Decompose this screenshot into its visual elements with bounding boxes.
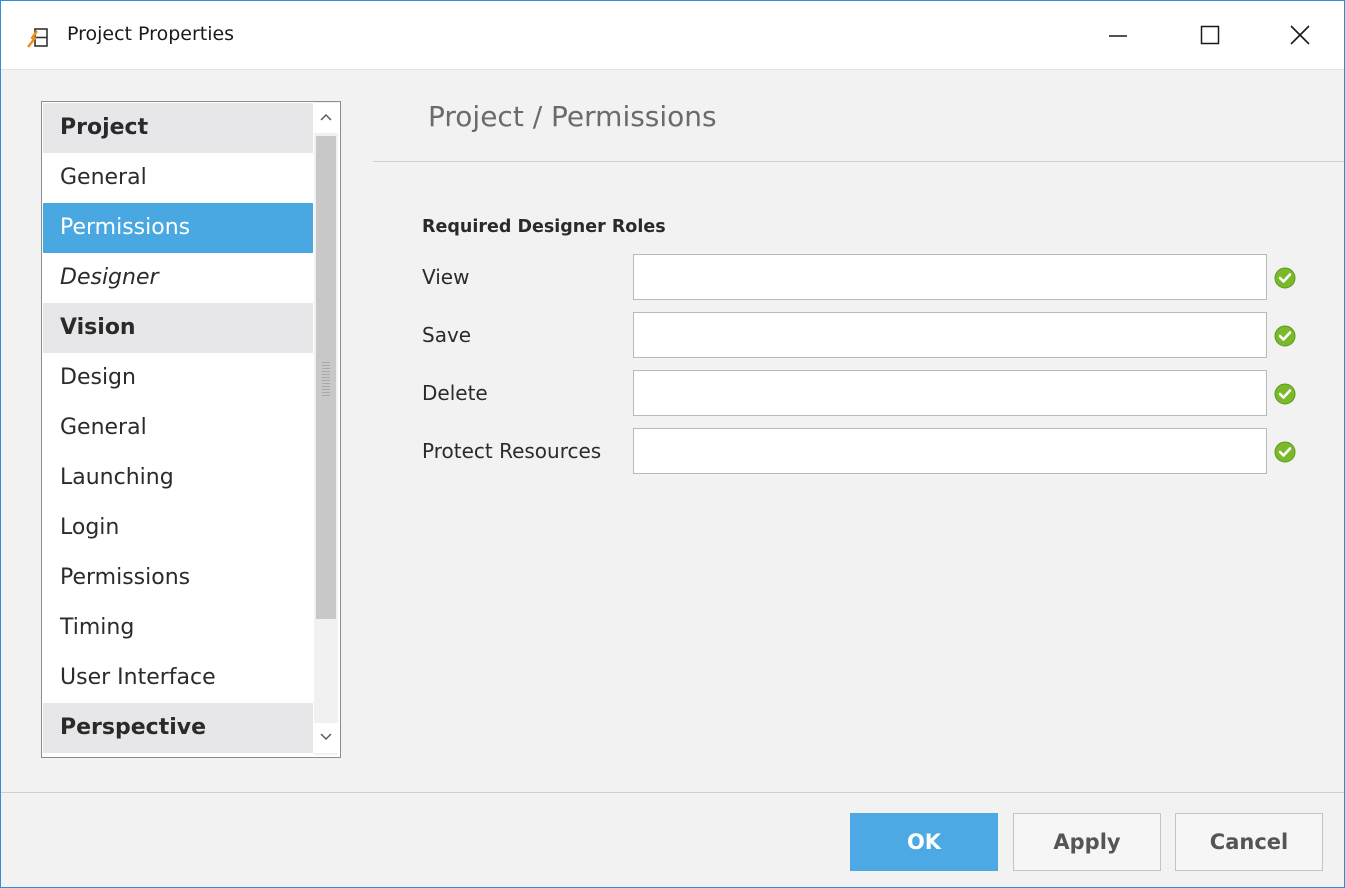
close-icon (1290, 25, 1310, 45)
scroll-up-button[interactable] (314, 103, 338, 133)
nav-item-project-permissions[interactable]: Permissions (43, 203, 313, 253)
nav-header-vision: Vision (43, 303, 313, 353)
window-title: Project Properties (67, 23, 235, 45)
project-properties-window: Project Properties Project General Permi… (0, 0, 1345, 888)
minimize-icon (1109, 35, 1127, 37)
close-button[interactable] (1254, 1, 1344, 69)
cancel-button[interactable]: Cancel (1175, 813, 1323, 871)
maximize-icon (1200, 25, 1220, 45)
valid-check-icon (1274, 267, 1296, 289)
chevron-down-icon (320, 733, 332, 740)
page-title: Project / Permissions (428, 100, 717, 133)
app-icon (27, 28, 48, 48)
valid-check-icon (1274, 325, 1296, 347)
valid-check-icon (1274, 441, 1296, 463)
nav-item-vision-launching[interactable]: Launching (43, 453, 313, 503)
nav-item-vision-general[interactable]: General (43, 403, 313, 453)
nav-item-vision-design[interactable]: Design (43, 353, 313, 403)
scroll-down-button[interactable] (314, 723, 338, 753)
protect-resources-label: Protect Resources (422, 439, 602, 463)
apply-button[interactable]: Apply (1013, 813, 1161, 871)
nav-item-vision-timing[interactable]: Timing (43, 603, 313, 653)
ok-button[interactable]: OK (850, 813, 998, 871)
nav-item-project-general[interactable]: General (43, 153, 313, 203)
content-pane: Project / Permissions Required Designer … (373, 70, 1344, 792)
save-roles-input[interactable] (633, 312, 1267, 358)
nav-item-vision-login[interactable]: Login (43, 503, 313, 553)
protect-resources-roles-input[interactable] (633, 428, 1267, 474)
title-bar[interactable]: Project Properties (1, 1, 1344, 70)
valid-check-icon (1274, 383, 1296, 405)
scroll-grip (322, 362, 330, 396)
section-heading: Required Designer Roles (422, 217, 666, 237)
scroll-thumb[interactable] (316, 136, 336, 619)
view-roles-input[interactable] (633, 254, 1267, 300)
category-list-scrollbar[interactable] (314, 102, 338, 755)
nav-item-vision-user-interface[interactable]: User Interface (43, 653, 313, 703)
nav-item-vision-permissions[interactable]: Permissions (43, 553, 313, 603)
save-label: Save (422, 323, 472, 347)
maximize-button[interactable] (1164, 1, 1256, 69)
left-pane: Project General Permissions Designer Vis… (1, 70, 372, 792)
dialog-footer: OK Apply Cancel (1, 793, 1344, 887)
minimize-button[interactable] (1072, 1, 1164, 69)
category-list: Project General Permissions Designer Vis… (41, 101, 341, 758)
view-label: View (422, 265, 470, 289)
delete-roles-input[interactable] (633, 370, 1267, 416)
delete-label: Delete (422, 381, 488, 405)
nav-header-perspective: Perspective (43, 703, 313, 753)
chevron-up-icon (320, 114, 332, 121)
title-divider (373, 161, 1344, 162)
category-list-items: Project General Permissions Designer Vis… (43, 103, 313, 753)
nav-item-designer[interactable]: Designer (43, 253, 313, 303)
nav-header-project: Project (43, 103, 313, 153)
